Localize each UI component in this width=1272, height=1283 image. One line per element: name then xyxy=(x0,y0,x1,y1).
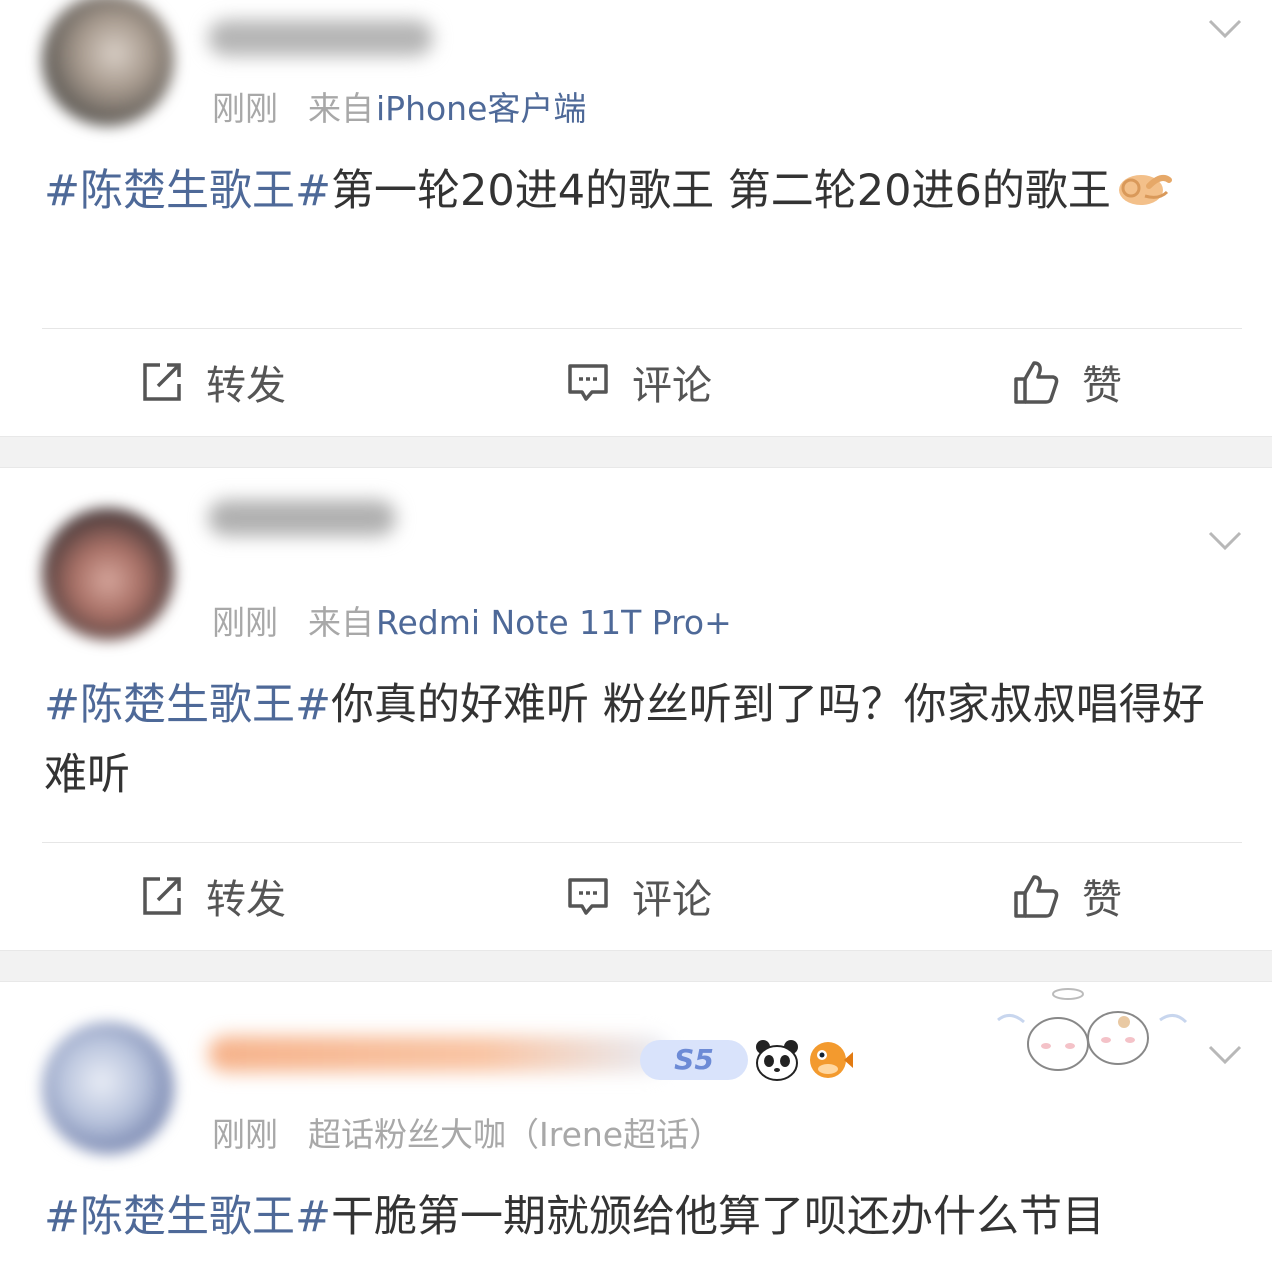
repost-icon xyxy=(143,363,181,401)
feed-separator xyxy=(0,950,1272,982)
like-label: 赞 xyxy=(1082,363,1122,409)
post-meta: 刚刚 来自Redmi Note 11T Pro+ xyxy=(212,596,732,644)
post-meta: 刚刚 来自iPhone客户端 xyxy=(212,82,586,130)
comment-label: 评论 xyxy=(632,363,712,409)
divider xyxy=(42,842,1242,843)
super-topic-fan-label[interactable]: 超话粉丝大咖（Irene超话） xyxy=(308,1115,722,1154)
feed-separator xyxy=(0,436,1272,468)
level-badge[interactable]: S5 xyxy=(640,1040,748,1080)
repost-button[interactable]: 转发 xyxy=(140,356,286,409)
avatar[interactable] xyxy=(42,1022,174,1154)
divider xyxy=(42,328,1242,329)
comment-button[interactable]: 评论 xyxy=(566,356,712,409)
post-meta: 刚刚 超话粉丝大咖（Irene超话） xyxy=(212,1108,722,1156)
post-time: 刚刚 xyxy=(212,89,278,128)
post-time: 刚刚 xyxy=(212,1115,278,1154)
angel-cats-sticker xyxy=(997,988,1188,1071)
username-blurred[interactable] xyxy=(208,500,396,536)
post-time: 刚刚 xyxy=(212,603,278,642)
repost-label: 转发 xyxy=(206,363,286,409)
comment-icon xyxy=(568,364,608,401)
user-badges: S5 xyxy=(640,1038,854,1082)
post-content: #陈楚生歌王#第一轮20进4的歌王 第二轮20进6的歌王 xyxy=(44,156,1244,229)
post-content: #陈楚生歌王#你真的好难听 粉丝听到了吗？你家叔叔唱得好难听 xyxy=(44,670,1244,810)
hashtag-link[interactable]: #陈楚生歌王# xyxy=(44,680,331,730)
like-button[interactable]: 赞 xyxy=(1012,356,1122,409)
ok-hand-emoji xyxy=(1115,159,1173,229)
thumbs-up-icon xyxy=(1014,875,1059,918)
source-prefix: 来自 xyxy=(308,603,374,642)
weibo-post[interactable]: 刚刚 来自Redmi Note 11T Pro+ #陈楚生歌王#你真的好难听 粉丝… xyxy=(0,468,1272,950)
post-content: #陈楚生歌王#干脆第一期就颁给他算了呗还办什么节目 xyxy=(44,1182,1244,1252)
action-bar: 转发 评论 赞 xyxy=(0,846,1272,946)
avatar[interactable] xyxy=(42,508,174,640)
action-bar: 转发 评论 赞 xyxy=(0,332,1272,432)
weibo-post[interactable]: S5 刚刚 超话粉丝大咖（Irene超话） #陈楚生歌王#干脆第一期就颁给他算了呗… xyxy=(0,982,1272,1283)
source-device[interactable]: iPhone客户端 xyxy=(376,89,586,128)
username-blurred[interactable] xyxy=(208,1036,668,1072)
comment-label: 评论 xyxy=(632,877,712,923)
like-button[interactable]: 赞 xyxy=(1012,870,1122,923)
repost-label: 转发 xyxy=(206,877,286,923)
source-device[interactable]: Redmi Note 11T Pro+ xyxy=(376,603,732,642)
repost-button[interactable]: 转发 xyxy=(140,870,286,923)
panda-icon xyxy=(756,1040,798,1081)
post-text: 第一轮20进4的歌王 第二轮20进6的歌王 xyxy=(331,166,1111,216)
avatar[interactable] xyxy=(42,0,174,126)
source-prefix: 来自 xyxy=(308,89,374,128)
thumbs-up-icon xyxy=(1014,361,1059,404)
weibo-post[interactable]: 刚刚 来自iPhone客户端 #陈楚生歌王#第一轮20进4的歌王 第二轮20进6的… xyxy=(0,0,1272,436)
comment-button[interactable]: 评论 xyxy=(566,870,712,923)
hashtag-link[interactable]: #陈楚生歌王# xyxy=(44,166,331,216)
like-label: 赞 xyxy=(1082,877,1122,923)
comment-icon xyxy=(568,878,608,915)
hashtag-link[interactable]: #陈楚生歌王# xyxy=(44,1192,331,1242)
chevron-down-icon[interactable] xyxy=(1208,18,1242,40)
repost-icon xyxy=(143,877,181,915)
chevron-down-icon[interactable] xyxy=(1208,1044,1242,1066)
post-text: 干脆第一期就颁给他算了呗还办什么节目 xyxy=(331,1192,1106,1242)
pufferfish-icon xyxy=(810,1042,853,1078)
username-blurred[interactable] xyxy=(208,20,433,56)
chevron-down-icon[interactable] xyxy=(1208,530,1242,552)
